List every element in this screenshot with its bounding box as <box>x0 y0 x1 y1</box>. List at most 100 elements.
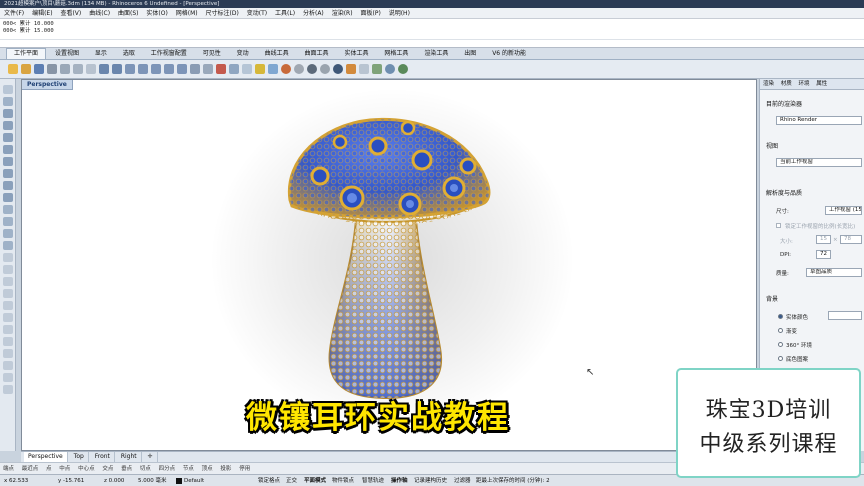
viewport-tab-front[interactable]: Front <box>91 452 115 462</box>
lock-aspect-checkbox[interactable] <box>776 223 781 228</box>
grid-icon[interactable] <box>203 64 213 74</box>
dpi-input[interactable]: 72 <box>816 250 831 259</box>
status-filter[interactable]: 过滤器 <box>454 475 471 486</box>
curve-tool-icon[interactable] <box>3 133 13 142</box>
osnap-perp[interactable]: 垂点 <box>121 466 132 472</box>
rectangle-tool-icon[interactable] <box>3 169 13 178</box>
new-file-icon[interactable] <box>8 64 18 74</box>
array-tool-icon[interactable] <box>3 361 13 370</box>
point-icon[interactable] <box>229 64 239 74</box>
help-icon[interactable] <box>385 64 395 74</box>
osnap-center[interactable]: 中心点 <box>78 466 95 472</box>
join-tool-icon[interactable] <box>3 289 13 298</box>
tab-surface-tools[interactable]: 曲面工具 <box>298 48 336 60</box>
light-icon[interactable] <box>255 64 265 74</box>
osnap-disable[interactable]: 停用 <box>239 466 250 472</box>
osnap-knot[interactable]: 节点 <box>183 466 194 472</box>
scale-tool-icon[interactable] <box>3 337 13 346</box>
pan-icon[interactable] <box>112 64 122 74</box>
tab-cplanes[interactable]: 工作平面 <box>6 48 47 59</box>
print-icon[interactable] <box>47 64 57 74</box>
panel-tab-environment[interactable]: 环境 <box>799 81 810 87</box>
analyze-tool-icon[interactable] <box>3 385 13 394</box>
tab-display[interactable]: 显示 <box>88 48 114 60</box>
osnap-vertex[interactable]: 顶点 <box>202 466 213 472</box>
osnap-end[interactable]: 端点 <box>3 466 14 472</box>
polygon-tool-icon[interactable] <box>3 181 13 190</box>
shaded-sphere-icon[interactable] <box>307 64 317 74</box>
menu-panels[interactable]: 面板(P) <box>360 10 380 17</box>
menu-transform[interactable]: 变动(T) <box>247 10 267 17</box>
osnap-near[interactable]: 最近点 <box>22 466 39 472</box>
polyline-tool-icon[interactable] <box>3 121 13 130</box>
zoom-extents-icon[interactable] <box>164 64 174 74</box>
move-tool-icon[interactable] <box>3 313 13 322</box>
status-ortho[interactable]: 正交 <box>286 475 297 486</box>
menu-solid[interactable]: 实体(O) <box>146 10 167 17</box>
menu-surface[interactable]: 曲面(S) <box>118 10 139 17</box>
view-select[interactable]: 当前工作视窗 <box>776 158 862 167</box>
add-viewport-tab-icon[interactable]: ✛ <box>144 452 158 462</box>
menu-view[interactable]: 查看(V) <box>60 10 81 17</box>
line-tool-icon[interactable] <box>3 109 13 118</box>
circle-tool-icon[interactable] <box>3 145 13 154</box>
status-planar[interactable]: 平面模式 <box>304 475 326 486</box>
layer-icon[interactable] <box>268 64 278 74</box>
rotate-view-icon[interactable] <box>125 64 135 74</box>
tab-mesh-tools[interactable]: 网格工具 <box>377 48 415 60</box>
status-osnap[interactable]: 物件锁点 <box>332 475 354 486</box>
zoom-window-icon[interactable] <box>151 64 161 74</box>
height-input[interactable]: 78 <box>840 235 862 244</box>
explode-tool-icon[interactable] <box>3 301 13 310</box>
tab-set-view[interactable]: 设置视图 <box>48 48 86 60</box>
cut-icon[interactable] <box>60 64 70 74</box>
renderer-select[interactable]: Rhino Render <box>776 116 862 125</box>
size-select[interactable]: 工作视窗 (1535 <box>825 206 862 215</box>
trim-tool-icon[interactable] <box>3 265 13 274</box>
point-tool-icon[interactable] <box>3 97 13 106</box>
arc-tool-icon[interactable] <box>3 157 13 166</box>
menu-edit[interactable]: 编辑(E) <box>32 10 52 17</box>
zoom-icon[interactable] <box>138 64 148 74</box>
menu-tools[interactable]: 工具(L) <box>275 10 295 17</box>
status-grid-snap[interactable]: 锁定格点 <box>258 475 280 486</box>
material-icon[interactable] <box>346 64 356 74</box>
menu-dimension[interactable]: 尺寸标注(D) <box>206 10 239 17</box>
split-tool-icon[interactable] <box>3 277 13 286</box>
quality-select[interactable]: 草图品质 <box>806 268 862 277</box>
tab-drafting[interactable]: 出图 <box>457 48 483 60</box>
viewport-tab-perspective[interactable]: Perspective <box>24 452 68 462</box>
extrude-tool-icon[interactable] <box>3 217 13 226</box>
osnap-intersection[interactable]: 交点 <box>102 466 113 472</box>
tab-new-in-v6[interactable]: V6 的新功能 <box>485 48 533 60</box>
bg-wallpaper-radio[interactable] <box>778 356 783 361</box>
tab-transform[interactable]: 变动 <box>230 48 256 60</box>
osnap-project[interactable]: 投影 <box>220 466 231 472</box>
render-icon[interactable] <box>333 64 343 74</box>
tab-select[interactable]: 选取 <box>116 48 142 60</box>
open-file-icon[interactable] <box>21 64 31 74</box>
status-smarttrack[interactable]: 智慧轨迹 <box>362 475 384 486</box>
text-tool-icon[interactable] <box>3 193 13 202</box>
panel-tab-material[interactable]: 材质 <box>781 81 792 87</box>
current-layer[interactable]: Default <box>184 475 204 486</box>
mirror-tool-icon[interactable] <box>3 349 13 358</box>
status-gumball[interactable]: 操作轴 <box>391 475 408 486</box>
tab-visibility[interactable]: 可见性 <box>196 48 228 60</box>
panel-tab-properties[interactable]: 属性 <box>816 81 827 87</box>
bg-solid-radio[interactable] <box>778 314 783 319</box>
menu-help[interactable]: 说明(H) <box>389 10 410 17</box>
bg-color-swatch[interactable] <box>828 311 862 320</box>
paste-icon[interactable] <box>86 64 96 74</box>
menu-mesh[interactable]: 网格(M) <box>176 10 198 17</box>
rotate-tool-icon[interactable] <box>3 325 13 334</box>
osnap-quad[interactable]: 四分点 <box>159 466 176 472</box>
four-views-icon[interactable] <box>190 64 200 74</box>
bg-gradient-radio[interactable] <box>778 328 783 333</box>
select-icon[interactable] <box>3 85 13 94</box>
save-icon[interactable] <box>34 64 44 74</box>
cplane-icon[interactable] <box>216 64 226 74</box>
options-icon[interactable] <box>359 64 369 74</box>
osnap-point[interactable]: 点 <box>46 466 52 472</box>
fillet-tool-icon[interactable] <box>3 253 13 262</box>
